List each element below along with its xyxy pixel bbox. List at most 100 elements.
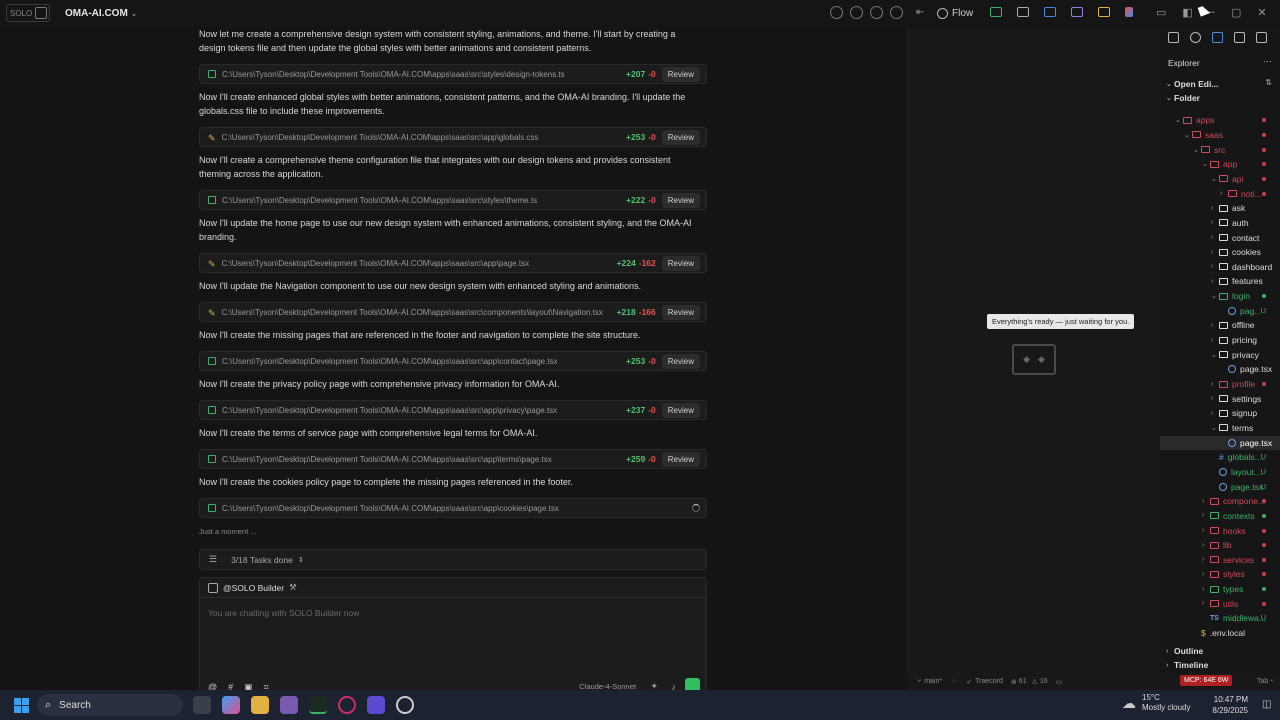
notification-icon[interactable]: ◫ — [1262, 699, 1271, 710]
agent-selector[interactable]: @SOLO Builder ⚒ — [200, 578, 706, 598]
file-change-card[interactable]: C:\Users\Tyson\Desktop\Development Tools… — [199, 190, 707, 210]
tree-item[interactable]: ⌄ api — [1211, 172, 1243, 186]
tree-item[interactable]: › profile — [1211, 377, 1255, 391]
review-button[interactable]: Review — [661, 353, 700, 369]
gear-icon[interactable] — [870, 6, 883, 19]
error-count[interactable]: 61 — [1019, 678, 1027, 685]
tree-item[interactable]: layout.... — [1211, 465, 1263, 479]
chat-bubble-icon[interactable] — [830, 6, 843, 19]
collapse-left-icon[interactable]: ⇤ — [916, 7, 924, 18]
explorer-section[interactable]: ⌄ Open Edi... — [1166, 77, 1218, 91]
review-button[interactable]: Review — [661, 304, 700, 320]
file-path[interactable]: C:\Users\Tyson\Desktop\Development Tools… — [222, 357, 626, 366]
trae-icon[interactable] — [309, 696, 327, 714]
chat-input[interactable]: You are chatting with SOLO Builder now — [208, 608, 359, 618]
flask-icon[interactable] — [1256, 32, 1267, 43]
copilot-icon[interactable] — [222, 696, 240, 714]
browser-icon[interactable] — [1017, 7, 1029, 17]
tasks-progress[interactable]: ☰ 3/18 Tasks done ⇕ — [199, 549, 707, 570]
tree-item[interactable]: › pricing — [1211, 333, 1257, 347]
project-switcher[interactable]: OMA-AI.COM ⌄ — [65, 8, 137, 19]
split-icon[interactable]: ◧ — [1182, 6, 1192, 19]
file-path[interactable]: C:\Users\Tyson\Desktop\Development Tools… — [222, 504, 692, 513]
file-change-card[interactable]: C:\Users\Tyson\Desktop\Development Tools… — [199, 449, 707, 469]
terminal-icon[interactable] — [990, 7, 1002, 17]
tree-item[interactable]: ⌄ privacy — [1211, 348, 1259, 362]
tree-item[interactable]: page.tsx — [1211, 480, 1263, 494]
terminal-status-icon[interactable]: ▭ — [1056, 678, 1063, 686]
file-change-card[interactable]: C:\Users\Tyson\Desktop\Development Tools… — [199, 498, 707, 518]
branch-name[interactable]: main* — [924, 678, 942, 685]
review-button[interactable]: Review — [661, 255, 700, 271]
solo-logo[interactable]: SOLO — [6, 4, 50, 22]
outline-section[interactable]: › Outline — [1166, 644, 1203, 658]
mcp-status[interactable]: MCP: 64E 6W — [1180, 675, 1233, 686]
docs-icon[interactable] — [1071, 7, 1083, 17]
tree-item[interactable]: › styles — [1202, 567, 1245, 581]
tree-item[interactable]: › services — [1202, 553, 1254, 567]
file-change-card[interactable]: ✎ C:\Users\Tyson\Desktop\Development Tool… — [199, 302, 707, 322]
tree-item[interactable]: › contact — [1211, 231, 1259, 245]
collapse-all-icon[interactable]: ⇅ — [1265, 78, 1272, 87]
tree-item[interactable]: › cookies — [1211, 245, 1261, 259]
tree-item[interactable]: › noti... — [1220, 187, 1262, 201]
opera-icon[interactable] — [338, 696, 356, 714]
tree-item[interactable]: › contexts — [1202, 509, 1255, 523]
traecord-label[interactable]: Traecord — [975, 678, 1003, 685]
tree-item[interactable]: › lib — [1202, 538, 1232, 552]
review-button[interactable]: Review — [661, 451, 700, 467]
tree-item[interactable]: › types — [1202, 582, 1243, 596]
review-button[interactable]: Review — [661, 402, 700, 418]
tree-item[interactable]: › signup — [1211, 406, 1257, 420]
close-icon[interactable]: ✕ — [1257, 6, 1266, 19]
clock[interactable]: 10:47 PM 8/29/2025 — [1200, 694, 1248, 716]
tree-item[interactable]: ⌄ apps — [1175, 113, 1214, 127]
tree-item[interactable]: › compone... — [1202, 494, 1265, 508]
tree-item[interactable]: page.tsx — [1160, 435, 1280, 450]
files-icon[interactable] — [1168, 32, 1179, 43]
app-icon[interactable] — [280, 696, 298, 714]
settings-sliders-icon[interactable]: ⚒ — [289, 582, 297, 593]
file-path[interactable]: C:\Users\Tyson\Desktop\Development Tools… — [222, 259, 617, 268]
sync-icon[interactable]: ◌ — [952, 678, 956, 685]
tree-item[interactable]: › features — [1211, 274, 1263, 288]
tree-item[interactable]: ⌄ terms — [1211, 421, 1253, 435]
source-control-icon[interactable] — [1212, 32, 1223, 43]
maximize-icon[interactable]: ▢ — [1231, 6, 1241, 19]
file-change-card[interactable]: ✎ C:\Users\Tyson\Desktop\Development Tool… — [199, 127, 707, 147]
tree-item[interactable]: pag... — [1220, 304, 1261, 318]
tree-item[interactable]: ⌄ saas — [1184, 128, 1223, 142]
preview-icon[interactable] — [1044, 7, 1056, 17]
file-path[interactable]: C:\Users\Tyson\Desktop\Development Tools… — [222, 308, 617, 317]
history-icon[interactable] — [850, 6, 863, 19]
tree-item[interactable]: ⌄ src — [1193, 143, 1225, 157]
file-change-card[interactable]: C:\Users\Tyson\Desktop\Development Tools… — [199, 400, 707, 420]
tree-item[interactable]: $ .env.local — [1193, 626, 1245, 640]
tree-item[interactable]: › auth — [1211, 216, 1249, 230]
tree-item[interactable]: › settings — [1211, 392, 1261, 406]
file-path[interactable]: C:\Users\Tyson\Desktop\Development Tools… — [222, 406, 626, 415]
flow-button[interactable]: Flow — [937, 5, 973, 22]
warning-count[interactable]: 16 — [1040, 678, 1048, 685]
file-path[interactable]: C:\Users\Tyson\Desktop\Development Tools… — [222, 70, 626, 79]
user-icon[interactable] — [890, 6, 903, 19]
tree-item[interactable]: page.tsx — [1220, 362, 1272, 376]
search-icon[interactable] — [1190, 32, 1201, 43]
tree-item[interactable]: TS middlewa... — [1202, 611, 1266, 625]
windows-start-icon[interactable] — [14, 698, 29, 713]
file-change-card[interactable]: C:\Users\Tyson\Desktop\Development Tools… — [199, 351, 707, 371]
file-path[interactable]: C:\Users\Tyson\Desktop\Development Tools… — [222, 133, 627, 142]
tree-item[interactable]: ⌄ app — [1202, 157, 1237, 171]
file-explorer-icon[interactable] — [251, 696, 269, 714]
extensions-icon[interactable] — [1234, 32, 1245, 43]
file-change-card[interactable]: C:\Users\Tyson\Desktop\Development Tools… — [199, 64, 707, 84]
tree-item[interactable]: # globals.... — [1211, 450, 1264, 464]
tree-item[interactable]: › dashboard — [1211, 260, 1272, 274]
bell-icon[interactable]: ◔ — [1269, 678, 1273, 685]
review-button[interactable]: Review — [661, 192, 700, 208]
tree-item[interactable]: › ask — [1211, 201, 1245, 215]
task-view-icon[interactable] — [193, 696, 211, 714]
explorer-section[interactable]: ⌄ Folder — [1166, 91, 1200, 105]
more-icon[interactable]: ⋯ — [1263, 56, 1272, 67]
discord-icon[interactable] — [367, 696, 385, 714]
